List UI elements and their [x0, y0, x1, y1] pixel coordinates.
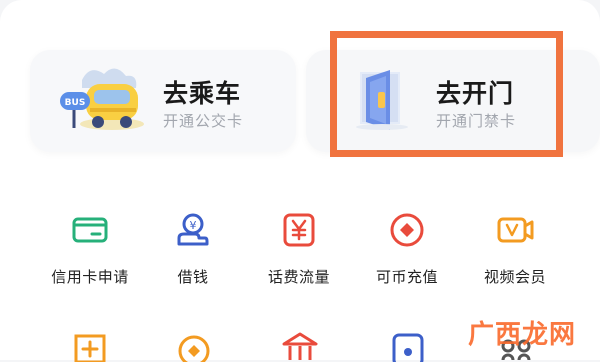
service-label: 信用卡申请: [51, 268, 129, 286]
diamond-coin-icon: [390, 213, 424, 247]
service-label: 可币充值: [375, 268, 438, 286]
yen-icon: [283, 213, 315, 247]
service-label: 视频会员: [483, 268, 546, 286]
service-coin-topup[interactable]: 可币充值: [352, 210, 462, 287]
highlight-box: [330, 31, 563, 157]
credit-card-icon: [72, 217, 108, 243]
bus-sign-text: BUS: [65, 98, 86, 108]
plus-shield-icon[interactable]: [70, 332, 110, 362]
service-phone-bill[interactable]: 话费流量: [244, 210, 354, 287]
service-credit-card[interactable]: 信用卡申请: [35, 210, 145, 287]
bus-card-subtitle: 开通公交卡: [163, 112, 244, 130]
bus-card[interactable]: BUS 去乘车 开通公交卡: [30, 50, 296, 152]
services-panel: BUS 去乘车 开通公交卡 去开门 开通门禁卡 信用卡申请 ¥ 借钱 话费流量 …: [0, 0, 600, 362]
service-label: 借钱: [177, 268, 209, 286]
service-label: 话费流量: [267, 268, 330, 286]
phone-icon[interactable]: [388, 332, 428, 362]
watermark: 广西龙网: [468, 320, 577, 350]
bank-icon[interactable]: [280, 332, 320, 362]
bus-card-title: 去乘车: [163, 79, 242, 108]
service-loan[interactable]: ¥ 借钱: [138, 210, 248, 287]
vip-video-icon: [497, 217, 534, 243]
svg-text:¥: ¥: [190, 219, 197, 232]
diamond-coin-icon[interactable]: [174, 332, 214, 362]
service-video-vip[interactable]: 视频会员: [460, 210, 570, 287]
coin-hand-icon: ¥: [177, 213, 209, 246]
bus-icon: BUS: [60, 68, 144, 130]
